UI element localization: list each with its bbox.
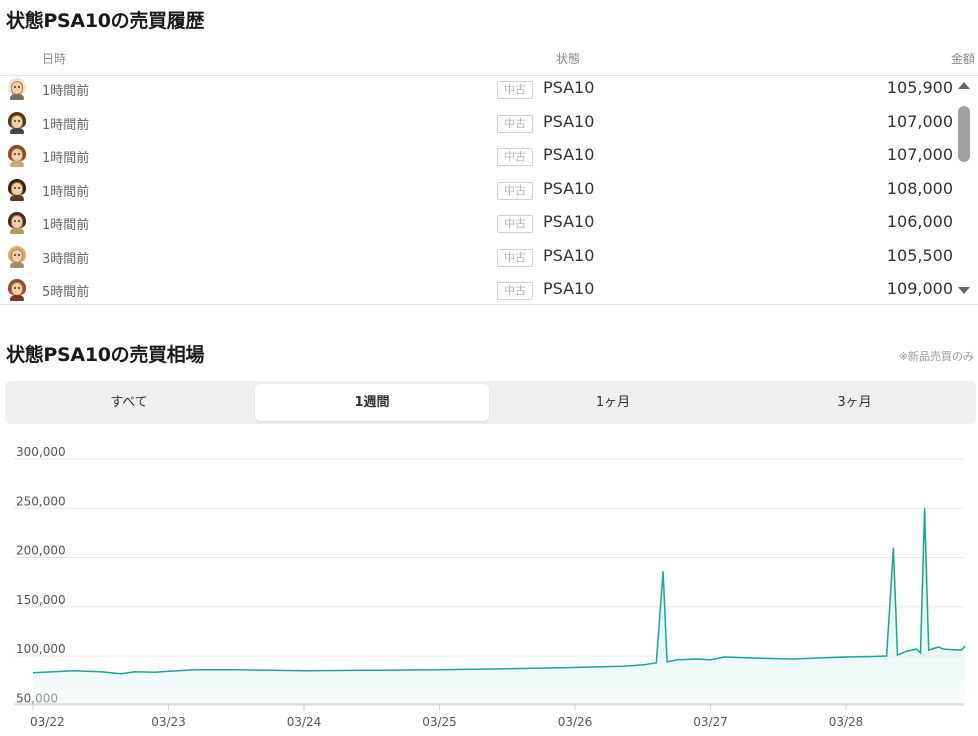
period-tabs: すべて 1週間 1ヶ月 3ヶ月 — [5, 381, 976, 424]
history-time: 1時間前 — [42, 184, 90, 200]
history-row: 5時間前 中古 PSA10 109,000 — [0, 278, 978, 312]
price-line — [32, 508, 966, 675]
y-tick-label: 200,000 — [16, 544, 66, 558]
history-condition: PSA10 — [543, 111, 595, 131]
history-price: 105,900 — [886, 78, 953, 97]
scrollbar-thumb[interactable] — [958, 106, 970, 162]
tab-1week[interactable]: 1週間 — [255, 384, 489, 421]
avatar — [7, 77, 27, 101]
column-header-condition: 状態 — [556, 52, 581, 66]
y-tick-label: 150,000 — [16, 593, 66, 607]
x-tick-label: 03/28 — [829, 715, 864, 729]
column-header-date: 日時 — [42, 52, 67, 66]
market-note: ※新品売買のみ — [898, 350, 974, 363]
avatar — [7, 111, 27, 135]
history-condition: PSA10 — [543, 145, 595, 164]
y-tick-label: 100,000 — [16, 642, 66, 656]
price-chart: 300,000250,000200,000150,000100,00050,00… — [14, 445, 966, 729]
x-tick-label: 03/24 — [287, 715, 322, 729]
y-tick-label: 250,000 — [16, 494, 66, 508]
avatar — [7, 278, 27, 302]
avatar — [7, 178, 27, 202]
history-time: 5時間前 — [42, 285, 90, 300]
y-tick-label: 300,000 — [16, 445, 66, 459]
tab-all[interactable]: すべて — [9, 384, 249, 421]
condition-badge: 中古 — [497, 181, 533, 200]
history-condition: PSA10 — [543, 178, 595, 198]
condition-badge: 中古 — [497, 114, 533, 133]
history-condition: PSA10 — [543, 78, 595, 97]
history-time: 1時間前 — [42, 117, 90, 133]
history-time: 3時間前 — [42, 251, 90, 267]
history-bottom-divider — [0, 304, 978, 305]
column-header-price: 金額 — [950, 52, 975, 66]
history-condition: PSA10 — [543, 279, 595, 298]
condition-badge: 中古 — [497, 148, 533, 166]
x-tick-label: 03/22 — [30, 715, 65, 729]
history-time: 1時間前 — [42, 151, 90, 166]
history-price: 106,000 — [886, 212, 953, 231]
history-condition: PSA10 — [543, 245, 595, 265]
history-row: 3時間前 中古 PSA10 105,500 — [0, 245, 978, 279]
x-tick-label: 03/23 — [151, 715, 186, 729]
condition-badge: 中古 — [497, 248, 533, 267]
history-row: 1時間前 中古 PSA10 106,000 — [0, 211, 978, 245]
x-tick-label: 03/25 — [422, 715, 457, 729]
history-price: 105,500 — [886, 245, 953, 265]
history-condition: PSA10 — [543, 212, 595, 231]
market-title: 状態PSA10の売買相場 — [6, 344, 205, 366]
history-row: 1時間前 中古 PSA10 108,000 — [0, 178, 978, 212]
condition-badge: 中古 — [497, 282, 533, 300]
avatar — [7, 211, 27, 235]
avatar — [7, 245, 27, 269]
history-header-divider — [0, 75, 978, 76]
x-tick-label: 03/27 — [693, 715, 728, 729]
condition-badge: 中古 — [497, 215, 533, 233]
history-row: 1時間前 中古 PSA10 107,000 — [0, 111, 978, 145]
history-time: 1時間前 — [42, 218, 90, 233]
history-time: 1時間前 — [42, 84, 90, 99]
tab-3months[interactable]: 3ヶ月 — [737, 384, 972, 421]
tab-1month[interactable]: 1ヶ月 — [495, 384, 731, 421]
avatar — [7, 144, 27, 168]
x-tick-label: 03/26 — [558, 715, 593, 729]
history-price: 109,000 — [886, 279, 953, 298]
history-row: 1時間前 中古 PSA10 105,900 — [0, 77, 978, 111]
scroll-down-arrow-icon[interactable] — [958, 287, 970, 294]
history-price: 107,000 — [886, 145, 953, 164]
history-price: 108,000 — [886, 178, 953, 198]
history-row: 1時間前 中古 PSA10 107,000 — [0, 144, 978, 178]
condition-badge: 中古 — [497, 81, 533, 99]
scroll-up-arrow-icon[interactable] — [958, 82, 970, 89]
price-area — [33, 508, 966, 704]
history-price: 107,000 — [886, 111, 953, 131]
history-title: 状態PSA10の売買履歴 — [6, 10, 205, 32]
